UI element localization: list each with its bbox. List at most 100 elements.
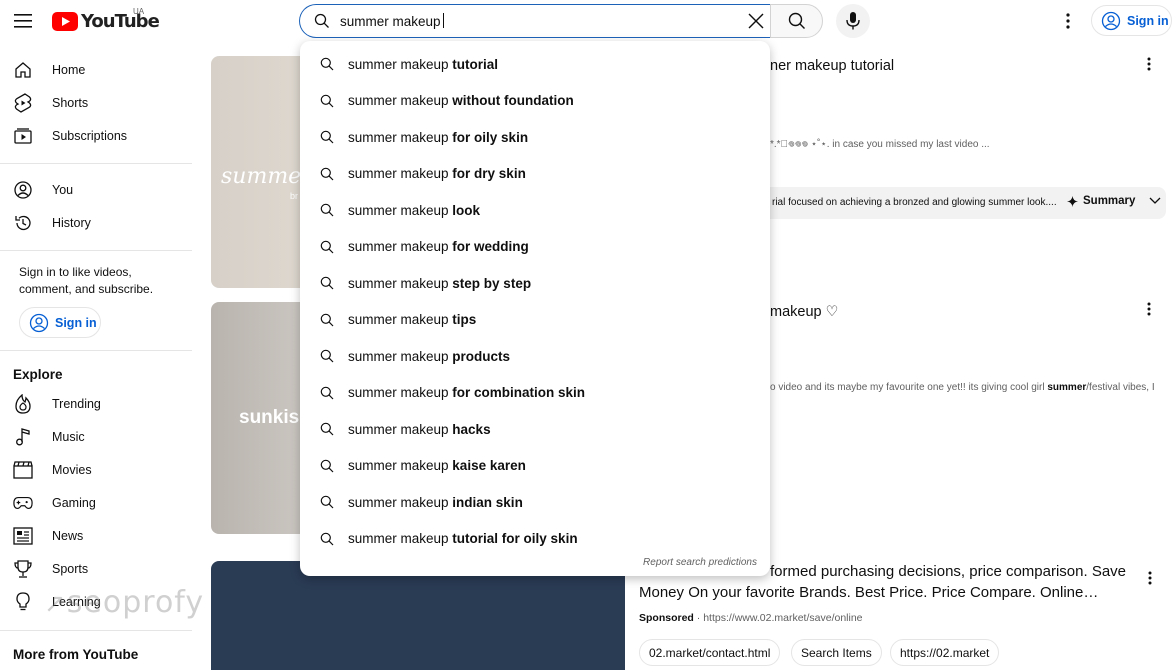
suggestion-text: summer makeup tips <box>348 312 477 327</box>
sports-icon <box>13 559 33 579</box>
search-input[interactable]: summer makeup <box>340 13 444 29</box>
search-suggestion[interactable]: summer makeup look <box>300 192 770 228</box>
microphone-icon <box>846 12 860 30</box>
clear-search-icon[interactable] <box>746 11 766 31</box>
more-options-icon[interactable] <box>1056 9 1080 33</box>
more-actions-icon[interactable] <box>1139 299 1159 319</box>
trending-icon <box>13 394 33 414</box>
sidebar-item-shorts[interactable]: Shorts <box>0 86 192 119</box>
sidebar: Home Shorts Subscriptions You History Si… <box>0 42 200 670</box>
search-suggestion[interactable]: summer makeup for oily skin <box>300 119 770 155</box>
sidebar-item-movies[interactable]: Movies <box>0 453 192 486</box>
sidebar-item-label: Home <box>52 62 86 77</box>
thumbnail-text: summe <box>221 164 302 189</box>
search-icon <box>320 313 334 326</box>
search-suggestion[interactable]: summer makeup without foundation <box>300 83 770 119</box>
ai-summary-bar: rial focused on achieving a bronzed and … <box>760 187 1166 219</box>
news-icon <box>13 526 33 546</box>
suggestion-text: summer makeup without foundation <box>348 93 574 108</box>
gaming-icon <box>13 493 33 513</box>
sidebar-item-news[interactable]: News <box>0 519 192 552</box>
search-icon <box>320 203 334 217</box>
search-icon <box>320 532 334 545</box>
search-suggestion[interactable]: summer makeup tutorial for oily skin <box>300 521 770 557</box>
suggestion-text: summer makeup for wedding <box>348 239 529 254</box>
top-bar: YouTube UA summer makeup Sign in <box>0 0 1176 42</box>
suggestion-text: summer makeup step by step <box>348 275 532 291</box>
suggestion-text: summer makeup indian skin <box>348 494 523 510</box>
more-actions-icon[interactable] <box>1139 54 1159 74</box>
suggestion-text: summer makeup look <box>348 202 481 218</box>
sidebar-sign-in-button[interactable]: Sign in <box>19 307 101 338</box>
suggestion-text: summer makeup for combination skin <box>348 385 586 400</box>
shorts-icon <box>13 93 33 113</box>
search-suggestion[interactable]: summer makeup for wedding <box>300 229 770 265</box>
search-suggestion[interactable]: summer makeup for combination skin <box>300 375 770 411</box>
sidebar-divider <box>0 350 192 351</box>
music-icon <box>13 427 33 447</box>
search-suggestion[interactable]: summer makeup kaise karen <box>300 448 770 484</box>
sidebar-divider <box>0 163 192 164</box>
suggestion-text: summer makeup kaise karen <box>348 458 526 473</box>
ad-thumbnail[interactable] <box>211 561 625 670</box>
search-icon <box>320 349 334 363</box>
search-button[interactable] <box>770 4 823 38</box>
sidebar-item-subscriptions[interactable]: Subscriptions <box>0 119 192 152</box>
sponsored-line: Sponsored · https://www.02.market/save/o… <box>639 612 863 624</box>
header-sign-in-button[interactable]: Sign in <box>1091 5 1172 36</box>
sidebar-item-label: Trending <box>52 396 101 411</box>
sidebar-item-you[interactable]: You <box>0 173 192 206</box>
search-icon <box>320 386 334 399</box>
ad-sitelink-chip[interactable]: Search Items <box>791 639 882 666</box>
sidebar-item-history[interactable]: History <box>0 206 192 239</box>
seoprofy-watermark: ↗seoprofy <box>44 585 205 620</box>
sidebar-item-gaming[interactable]: Gaming <box>0 486 192 519</box>
ad-sitelink-chip[interactable]: https://02.market <box>890 639 1000 666</box>
search-icon <box>320 57 334 71</box>
search-suggestion[interactable]: summer makeup step by step <box>300 265 770 301</box>
sidebar-item-music[interactable]: Music <box>0 420 192 453</box>
sidebar-divider <box>0 630 192 631</box>
summary-button[interactable]: Summary <box>1067 195 1161 207</box>
ad-sitelink-chip[interactable]: 02.market/contact.html <box>639 639 781 666</box>
search-icon <box>314 13 329 28</box>
video-title[interactable]: ner makeup tutorial <box>770 58 894 74</box>
subscriptions-icon <box>13 126 33 146</box>
search-box[interactable]: summer makeup <box>299 4 771 38</box>
search-suggestion[interactable]: summer makeup for dry skin <box>300 156 770 192</box>
sidebar-item-trending[interactable]: Trending <box>0 387 192 420</box>
report-search-predictions-link[interactable]: Report search predictions <box>643 557 757 568</box>
sidebar-item-label: History <box>52 215 91 230</box>
search-suggestion[interactable]: summer makeup hacks <box>300 411 770 447</box>
suggestion-text: summer makeup tutorial <box>348 56 499 72</box>
search-icon <box>788 12 805 29</box>
menu-icon[interactable] <box>11 9 35 33</box>
movies-icon <box>13 460 33 480</box>
sidebar-item-sports[interactable]: Sports <box>0 552 192 585</box>
account-icon <box>29 313 49 332</box>
sidebar-item-label: Sports <box>52 561 89 576</box>
ad-url[interactable]: https://www.02.market/save/online <box>703 612 862 624</box>
sidebar-item-label: News <box>52 528 84 543</box>
sidebar-item-label: Subscriptions <box>52 128 128 143</box>
more-actions-icon[interactable] <box>1140 568 1160 588</box>
search-suggestion[interactable]: summer makeup products <box>300 338 770 374</box>
learning-icon <box>13 592 33 612</box>
thumbnail-subtext: br <box>290 191 299 201</box>
suggestion-text: summer makeup for dry skin <box>348 166 526 181</box>
explore-title: Explore <box>13 367 63 382</box>
search-suggestion[interactable]: summer makeup tutorial <box>300 46 770 82</box>
sidebar-item-home[interactable]: Home <box>0 53 192 86</box>
video-title[interactable]: makeup ♡ <box>770 304 839 320</box>
sponsored-label: Sponsored <box>639 612 694 624</box>
sidebar-item-label: Music <box>52 429 85 444</box>
voice-search-button[interactable] <box>836 4 870 38</box>
search-suggestion[interactable]: summer makeup indian skin <box>300 484 770 520</box>
suggestion-text: summer makeup for oily skin <box>348 129 529 145</box>
search-suggestion[interactable]: summer makeup tips <box>300 302 770 338</box>
search-icon <box>320 459 334 472</box>
summary-text: rial focused on achieving a bronzed and … <box>772 197 1057 208</box>
search-icon <box>320 422 334 436</box>
suggestion-text: summer makeup hacks <box>348 421 491 437</box>
video-description: *.*ﾟ𖦹𖦹𖦹 ⋆˚⋆. in case you missed my last … <box>770 139 990 150</box>
